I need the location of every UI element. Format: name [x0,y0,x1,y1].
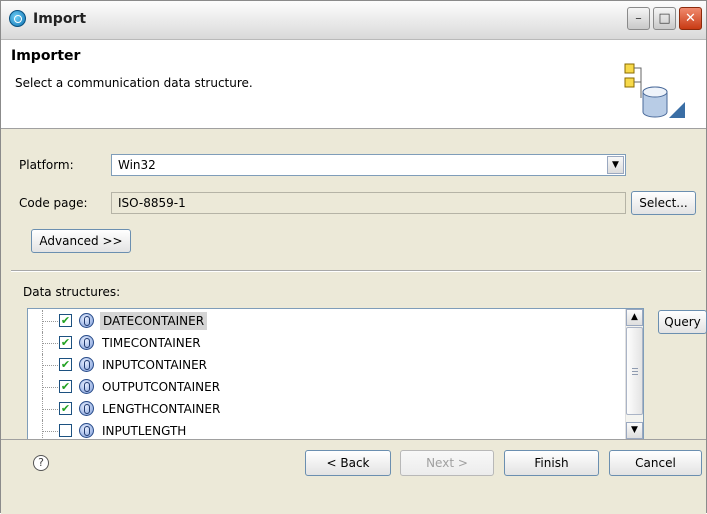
wizard-header: Importer Select a communication data str… [1,40,706,129]
item-checkbox[interactable]: ✔ [59,402,72,415]
tree-item-label: INPUTLENGTH [102,424,187,438]
close-button[interactable]: ✕ [679,7,702,30]
advanced-button[interactable]: Advanced >> [31,229,131,253]
minimize-button[interactable]: – [627,7,650,30]
item-checkbox[interactable]: ✔ [59,314,72,327]
tree-item[interactable]: ✔ LENGTHCONTAINER [28,398,628,420]
tree-item-label: INPUTCONTAINER [102,358,208,372]
import-dialog: Import – □ ✕ Importer Select a communica… [0,0,707,514]
vertical-scrollbar[interactable]: ▲ ▼ [625,309,643,439]
window-title: Import [33,11,87,27]
tree-connector [42,387,58,388]
tree-connector [42,409,58,410]
codepage-field: ISO-8859-1 [111,192,626,214]
section-divider [11,270,701,272]
tree-item[interactable]: ✔ DATECONTAINER [28,310,628,332]
tree-item-label: LENGTHCONTAINER [102,402,221,416]
item-checkbox[interactable]: ✔ [59,358,72,371]
item-checkbox[interactable]: ✔ [59,380,72,393]
page-description: Select a communication data structure. [15,76,253,90]
title-bar[interactable]: Import – □ ✕ [1,1,706,40]
data-structure-icon [79,335,94,350]
cancel-button[interactable]: Cancel [609,450,702,476]
tree-item[interactable]: ✔ TIMECONTAINER [28,332,628,354]
codepage-value: ISO-8859-1 [118,196,186,210]
chevron-down-icon[interactable]: ▼ [607,156,624,174]
query-button[interactable]: Query [658,310,707,334]
item-checkbox[interactable] [59,424,72,437]
close-icon: ✕ [685,11,696,26]
data-structures-tree[interactable]: ✔ DATECONTAINER ✔ TIMECONTAINER ✔ INPUTCONTAI… [27,308,644,440]
wizard-footer: ? < Back Next > Finish Cancel [1,439,706,514]
import-wizard-banner-icon [624,63,685,118]
tree-item-label: OUTPUTCONTAINER [102,380,221,394]
tree-connector [42,321,58,322]
maximize-button[interactable]: □ [653,7,676,30]
select-codepage-button[interactable]: Select... [631,191,696,215]
next-button[interactable]: Next > [400,450,494,476]
finish-button[interactable]: Finish [504,450,599,476]
tree-connector [42,343,58,344]
scroll-thumb[interactable] [626,327,643,415]
tree-connector [42,431,58,432]
tree-item-label: DATECONTAINER [100,312,208,330]
tree-item[interactable]: ✔ INPUTCONTAINER [28,354,628,376]
minimize-icon: – [635,11,642,26]
data-structures-label: Data structures: [23,285,121,299]
item-checkbox[interactable]: ✔ [59,336,72,349]
data-structure-icon [79,379,94,394]
scroll-up-icon[interactable]: ▲ [626,309,643,326]
tree-connector [42,420,43,439]
platform-value: Win32 [118,158,156,172]
tree-item[interactable]: ✔ OUTPUTCONTAINER [28,376,628,398]
import-app-icon [9,10,26,27]
help-icon[interactable]: ? [33,455,49,471]
scroll-down-icon[interactable]: ▼ [626,422,643,439]
platform-dropdown[interactable]: Win32 ▼ [111,154,626,176]
platform-label: Platform: [19,158,74,172]
maximize-icon: □ [658,11,671,26]
data-structure-icon [79,313,94,328]
data-structure-icon [79,357,94,372]
data-structure-icon [79,401,94,416]
data-structure-icon [79,423,94,438]
tree-item-label: TIMECONTAINER [102,336,201,350]
tree-connector [42,365,58,366]
wizard-content: Platform: Win32 ▼ Code page: ISO-8859-1 … [1,129,707,440]
tree-item[interactable]: INPUTLENGTH [28,420,628,439]
codepage-label: Code page: [19,196,88,210]
page-title: Importer [11,48,81,64]
back-button[interactable]: < Back [305,450,391,476]
